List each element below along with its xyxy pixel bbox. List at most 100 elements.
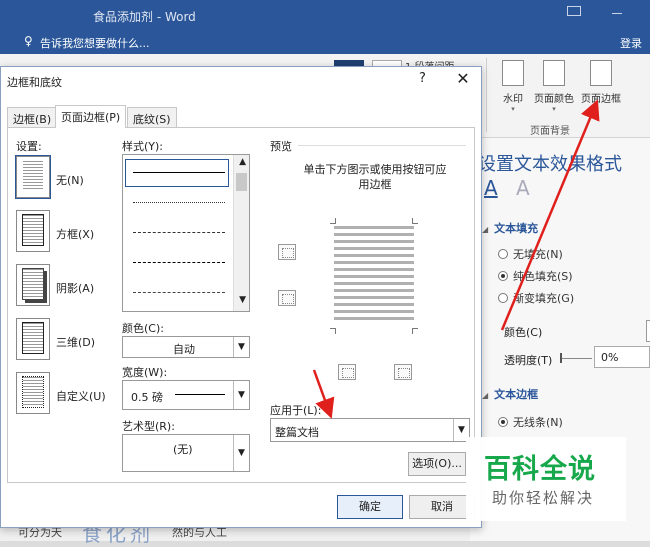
color-label: 颜色(C): — [122, 322, 164, 335]
radio-icon — [498, 249, 508, 259]
word-title-bar: 食品添加剂 - Word — [0, 0, 650, 31]
setting-label: 设置: — [16, 140, 42, 153]
preset-custom[interactable] — [16, 372, 50, 414]
style-solid[interactable] — [129, 163, 229, 181]
options-button[interactable]: 选项(O)... — [408, 452, 466, 476]
top-border-button[interactable] — [278, 244, 296, 260]
page-color-label: 页面颜色 — [534, 94, 574, 105]
page-lines — [23, 323, 43, 353]
preset-shadow-label[interactable]: 阴影(A) — [56, 280, 94, 296]
right-border-button[interactable] — [394, 364, 412, 380]
transparency-label: 透明度(T) — [504, 354, 553, 367]
lightbulb-icon: ♀ — [24, 34, 33, 48]
transparency-input[interactable]: 0% — [594, 346, 650, 368]
page-lines — [23, 377, 43, 407]
preset-3d-label[interactable]: 三维(D) — [56, 334, 95, 350]
preset-none-label[interactable]: 无(N) — [56, 172, 84, 188]
preview-hint: 单击下方图示或使用按钮可应用边框 — [303, 163, 447, 191]
page-background-group-label: 页面背景 — [530, 126, 570, 137]
art-label: 艺术型(R): — [122, 420, 175, 433]
borders-and-shading-dialog: 边框和底纹 ? ✕ 边框(B) 页面边框(P) 底纹(S) 设置: 无(N) 方… — [0, 66, 482, 528]
style-scrollbar[interactable]: ▲ ▼ — [233, 155, 249, 311]
collapse-icon: ◢ — [482, 391, 489, 400]
radio-icon — [498, 293, 508, 303]
text-fill-label: 文本填充 — [494, 222, 539, 235]
document-title: 食品添加剂 - Word — [93, 10, 196, 24]
preset-box-label[interactable]: 方框(X) — [56, 226, 94, 242]
apply-to-dropdown[interactable]: 整篇文档 ▼ — [270, 418, 470, 442]
page-border-button[interactable]: 页面边框 — [576, 58, 626, 120]
width-dropdown[interactable]: 0.5 磅 ▼ — [122, 380, 250, 410]
dashed-line — [133, 232, 225, 233]
page-lines — [23, 215, 43, 245]
page-none-icon — [23, 161, 43, 191]
no-line-label: 无线条(N) — [513, 416, 563, 429]
watermark-title: 百科全说 — [484, 454, 596, 485]
scroll-thumb[interactable] — [236, 173, 247, 191]
tab-shading[interactable]: 底纹(S) — [127, 107, 177, 127]
chevron-down-icon[interactable]: ▼ — [233, 337, 249, 357]
no-fill-radio[interactable]: 无填充(N) — [498, 246, 563, 262]
transparency-slider[interactable] — [562, 358, 592, 359]
baike-watermark: 百科全说 助你轻松解决 — [466, 437, 626, 521]
dialog-title: 边框和底纹 — [7, 76, 62, 89]
chevron-down-icon: ▾ — [552, 105, 556, 113]
color-value: 自动 — [173, 343, 195, 356]
preview-text-lines — [334, 226, 414, 324]
art-dropdown[interactable]: (无) ▼ — [122, 434, 250, 472]
tab-borders[interactable]: 边框(B) — [7, 107, 58, 127]
left-border-button[interactable] — [338, 364, 356, 380]
radio-selected-icon — [498, 271, 508, 281]
line-style-list[interactable]: ▲ ▼ — [122, 154, 250, 312]
text-outline-section[interactable]: ◢ 文本边框 — [482, 386, 538, 402]
page-border-icon — [590, 60, 612, 86]
transparency-slider-handle[interactable] — [560, 353, 562, 363]
width-line-sample — [175, 394, 225, 395]
preset-custom-label[interactable]: 自定义(U) — [56, 388, 106, 404]
tell-me-input[interactable]: 告诉我您想要做什么... — [40, 35, 150, 51]
ok-button[interactable]: 确定 — [337, 495, 403, 519]
page-lines — [23, 269, 43, 299]
page-color-button[interactable]: 页面颜色 ▾ — [528, 58, 580, 120]
style-dashed-small[interactable] — [129, 223, 229, 241]
gradient-fill-label: 渐变填充(G) — [513, 292, 575, 305]
apply-to-value: 整篇文档 — [275, 426, 319, 439]
radio-selected-icon — [498, 417, 508, 427]
solid-line — [133, 172, 225, 173]
watermark-icon — [502, 60, 524, 86]
minimize-icon[interactable] — [612, 13, 622, 14]
color-dropdown[interactable]: 自动 ▼ — [122, 336, 250, 358]
tab-page-border[interactable]: 页面边框(P) — [55, 105, 127, 128]
preset-shadow[interactable] — [16, 264, 50, 306]
dash-dot-line — [133, 292, 225, 293]
scroll-down-icon[interactable]: ▼ — [239, 295, 246, 305]
corner-mark — [330, 328, 336, 334]
solid-fill-radio[interactable]: 纯色填充(S) — [498, 268, 573, 284]
style-dashed-large[interactable] — [129, 253, 229, 271]
close-button[interactable]: ✕ — [453, 67, 473, 91]
text-outline-label: 文本边框 — [494, 388, 539, 401]
help-button[interactable]: ? — [419, 71, 426, 86]
preset-box[interactable] — [16, 210, 50, 252]
login-link[interactable]: 登录 — [620, 35, 642, 51]
preset-none[interactable] — [15, 155, 51, 199]
fill-color-picker[interactable] — [646, 320, 650, 342]
preset-3d[interactable] — [16, 318, 50, 360]
width-value: 0.5 磅 — [131, 391, 163, 404]
text-fill-section[interactable]: ◢ 文本填充 — [482, 220, 538, 236]
restore-window-icon[interactable] — [567, 6, 581, 16]
no-line-radio[interactable]: 无线条(N) — [498, 414, 563, 430]
gradient-fill-radio[interactable]: 渐变填充(G) — [498, 290, 574, 306]
pane-title: 设置文本效果格式 — [478, 154, 622, 175]
style-dotted[interactable] — [129, 193, 229, 211]
corner-mark — [412, 218, 418, 224]
bottom-border-button[interactable] — [278, 290, 296, 306]
text-effects-tab-icon[interactable]: A — [516, 176, 530, 200]
style-dash-dot[interactable] — [129, 283, 229, 301]
scroll-up-icon[interactable]: ▲ — [239, 157, 246, 167]
chevron-down-icon[interactable]: ▼ — [233, 381, 249, 409]
corner-mark — [330, 218, 336, 224]
page-border-label: 页面边框 — [581, 94, 621, 105]
chevron-down-icon[interactable]: ▼ — [233, 435, 249, 471]
text-fill-tab-icon[interactable]: A — [484, 176, 498, 200]
